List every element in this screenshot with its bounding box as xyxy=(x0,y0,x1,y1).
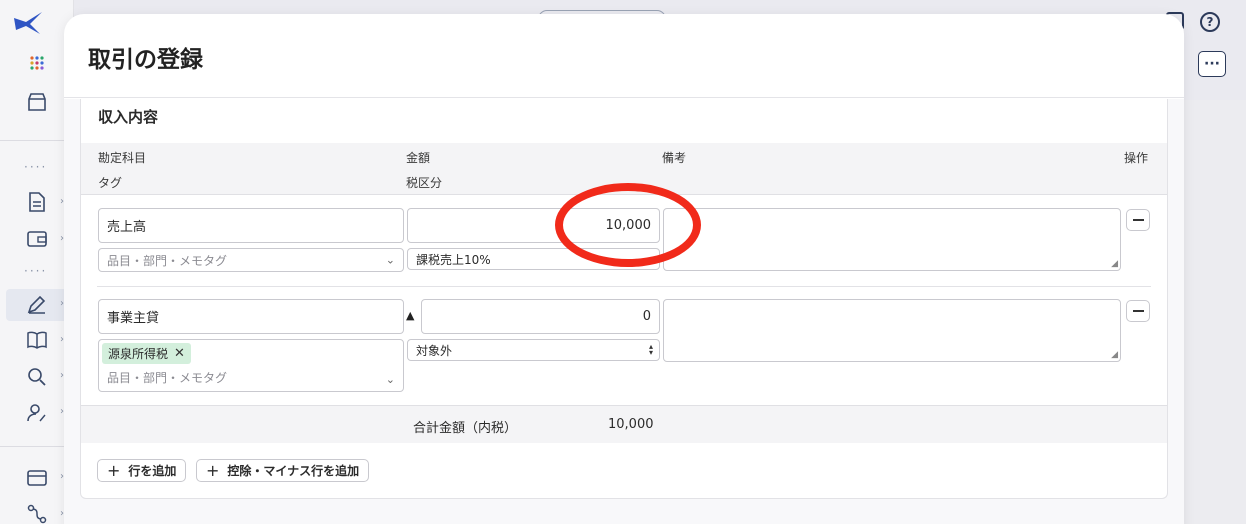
sidebar: ···· › › ···· › › › › › › xyxy=(0,0,74,524)
tag-select-placeholder: 品目・部門・メモタグ xyxy=(107,371,228,385)
edit-pen-icon[interactable] xyxy=(24,292,50,318)
tag-select-placeholder: 品目・部門・メモタグ xyxy=(107,253,228,268)
account-field[interactable]: 売上高 xyxy=(98,208,404,243)
income-card: 収入内容 勘定科目 金額 備考 操作 タグ 税区分 売上高 品目・部門・メモタグ… xyxy=(80,99,1168,499)
wallet-icon[interactable] xyxy=(24,226,50,252)
add-row-label: 行を追加 xyxy=(128,464,177,478)
col-tax-category: 税区分 xyxy=(406,176,443,190)
minus-icon xyxy=(1132,310,1144,312)
amount-input[interactable]: 0 xyxy=(421,299,660,334)
resize-handle-icon[interactable]: ◢ xyxy=(1111,350,1118,360)
select-arrows-icon: ▴ ▾ xyxy=(648,342,653,357)
apps-grid-icon[interactable] xyxy=(24,50,50,76)
total-bar: 合計金額（内税） 10,000 xyxy=(81,405,1167,443)
close-icon[interactable]: ✕ xyxy=(174,346,185,361)
col-remarks: 備考 xyxy=(662,151,687,165)
tax-category-value: 対象外 xyxy=(416,343,453,358)
remarks-textarea[interactable]: ◢ xyxy=(663,299,1121,362)
book-icon[interactable] xyxy=(24,327,50,353)
user-percent-icon[interactable] xyxy=(24,400,50,426)
add-deduction-row-button[interactable]: + 控除・マイナス行を追加 xyxy=(196,459,370,482)
app-logo-icon[interactable] xyxy=(12,8,48,40)
col-actions: 操作 xyxy=(1124,151,1149,165)
help-icon[interactable]: ? xyxy=(1200,12,1220,32)
tax-category-select[interactable]: 課税売上10% xyxy=(407,248,660,270)
table-header: 勘定科目 金額 備考 操作 タグ 税区分 xyxy=(81,143,1167,195)
route-icon[interactable] xyxy=(24,501,50,524)
plus-icon: + xyxy=(206,461,220,480)
modal-body: 収入内容 勘定科目 金額 備考 操作 タグ 税区分 売上高 品目・部門・メモタグ… xyxy=(64,99,1184,524)
tax-category-select[interactable]: 対象外 ▴ ▾ xyxy=(407,339,660,361)
more-options-button[interactable]: ··· xyxy=(1198,51,1226,77)
tag-chip-label: 源泉所得税 xyxy=(108,347,169,361)
tag-chip[interactable]: 源泉所得税 ✕ xyxy=(102,343,191,364)
chevron-down-icon: ⌄ xyxy=(385,253,395,267)
remove-row-button[interactable] xyxy=(1126,300,1150,322)
add-row-button[interactable]: + 行を追加 xyxy=(97,459,187,482)
amount-input[interactable]: 10,000 xyxy=(407,208,660,243)
chevron-down-icon: ⌄ xyxy=(385,373,395,386)
negative-sign-icon: ▲ xyxy=(406,309,415,322)
col-account: 勘定科目 xyxy=(98,151,147,165)
col-amount: 金額 xyxy=(406,151,431,165)
credit-card-icon[interactable] xyxy=(24,465,50,491)
modal-title: 取引の登録 xyxy=(88,47,203,73)
account-field[interactable]: 事業主貸 xyxy=(98,299,404,334)
resize-handle-icon[interactable]: ◢ xyxy=(1111,259,1118,269)
modal-header: 取引の登録 xyxy=(64,14,1184,98)
document-icon[interactable] xyxy=(24,189,50,215)
store-icon[interactable] xyxy=(24,89,50,115)
section-title: 収入内容 xyxy=(98,108,159,126)
total-label: 合計金額（内税） xyxy=(413,421,518,436)
total-value: 10,000 xyxy=(608,417,654,432)
remove-row-button[interactable] xyxy=(1126,209,1150,231)
search-chart-icon[interactable] xyxy=(24,364,50,390)
tag-select[interactable]: 品目・部門・メモタグ ⌄ xyxy=(98,248,404,272)
add-deduction-label: 控除・マイナス行を追加 xyxy=(227,464,360,478)
remarks-textarea[interactable]: ◢ xyxy=(663,208,1121,271)
minus-icon xyxy=(1132,219,1144,221)
col-tag: タグ xyxy=(98,176,123,190)
transaction-modal: 取引の登録 収入内容 勘定科目 金額 備考 操作 タグ 税区分 売上高 品目・部… xyxy=(64,14,1184,524)
plus-icon: + xyxy=(107,461,121,480)
